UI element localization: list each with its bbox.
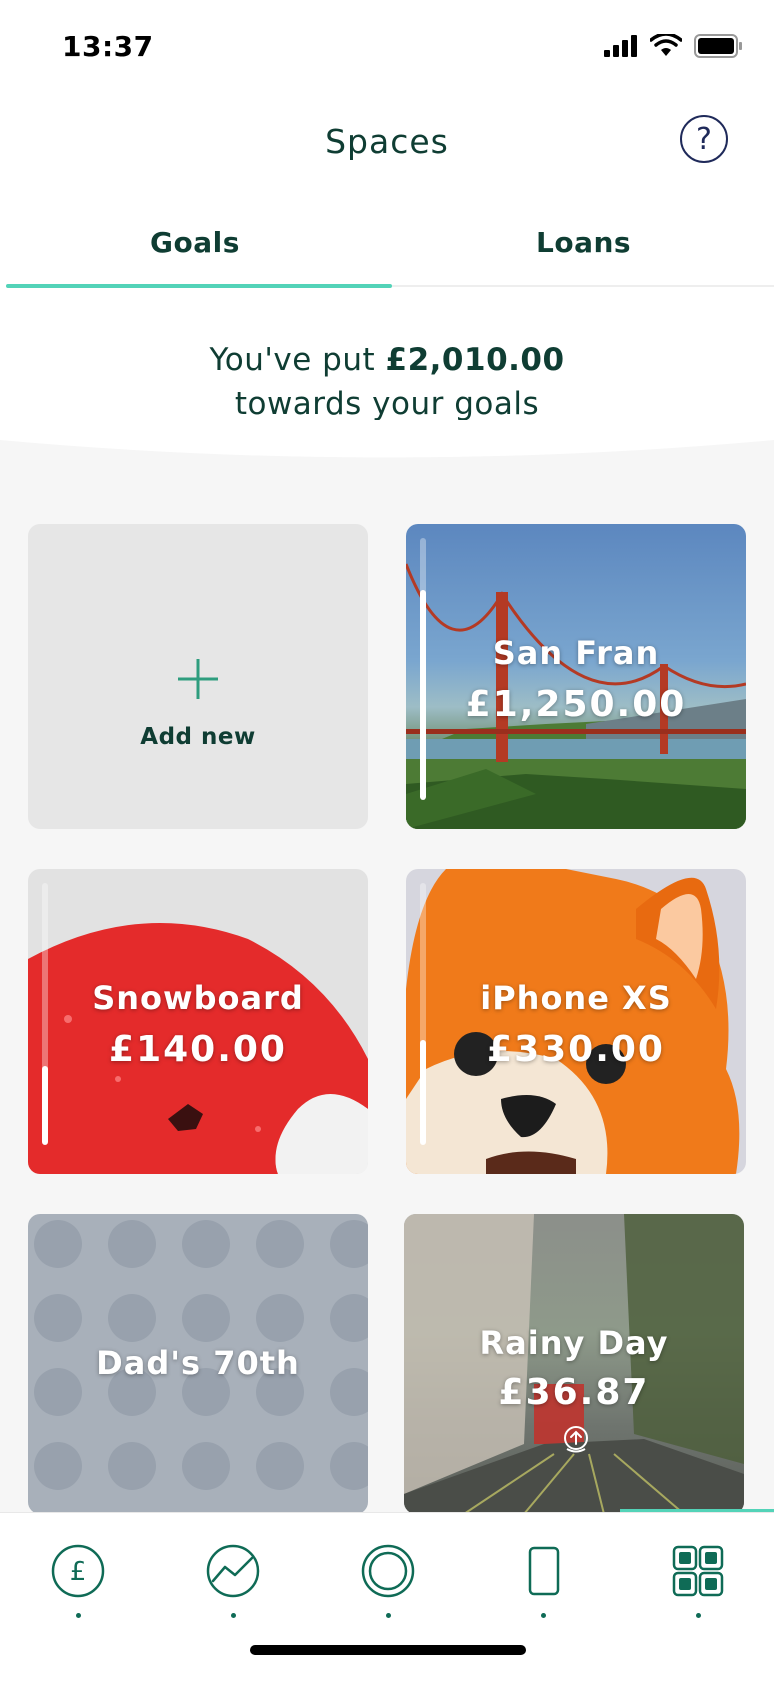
goal-progress-fill (42, 1066, 48, 1145)
question-mark-icon: ? (696, 121, 712, 157)
goal-name: San Fran (492, 634, 660, 672)
goal-card-rainy-day[interactable]: Rainy Day £36.87 (404, 1214, 744, 1514)
home-indicator (250, 1645, 526, 1655)
tab-active-indicator (6, 284, 392, 288)
tab-dot (75, 1613, 81, 1618)
goal-name: Dad's 70th (96, 1344, 300, 1382)
goal-card-dads-70th[interactable]: Dad's 70th (28, 1214, 368, 1514)
goal-amount: £1,250.00 (465, 684, 687, 725)
status-time: 13:37 (62, 30, 154, 63)
tab-spaces[interactable] (668, 1543, 728, 1633)
goal-name: Snowboard (92, 979, 304, 1017)
tab-card[interactable] (513, 1543, 573, 1633)
snowboard-illustration (28, 923, 368, 1174)
signal-icon (604, 35, 637, 57)
tab-dot (385, 1613, 391, 1618)
tab-dot (230, 1613, 236, 1618)
tab-bar: Goals Loans (0, 196, 774, 290)
add-new-label: Add new (140, 724, 256, 750)
trend-icon (206, 1544, 260, 1598)
summary-suffix: towards your goals (234, 386, 540, 422)
goals-summary: You've put £2,010.00 towards your goals (0, 290, 774, 440)
pound-icon: £ (51, 1544, 105, 1598)
status-bar: 13:37 (0, 0, 774, 96)
tab-dot (540, 1613, 546, 1618)
card-icon (528, 1546, 560, 1596)
wifi-icon (650, 34, 682, 56)
plus-icon (178, 659, 218, 699)
summary-amount: £2,010.00 (385, 342, 565, 378)
goal-name: iPhone XS (480, 979, 672, 1017)
add-new-card[interactable]: Add new (28, 524, 368, 829)
svg-text:£: £ (70, 1557, 87, 1587)
goal-card-snowboard[interactable]: Snowboard £140.00 (28, 869, 368, 1174)
goal-name: Rainy Day (479, 1324, 669, 1362)
tab-loans[interactable]: Loans (536, 226, 631, 259)
bridge-illustration (406, 563, 746, 829)
help-button[interactable]: ? (680, 115, 728, 163)
status-icons (604, 34, 744, 58)
page-title: Spaces (325, 122, 449, 161)
goal-card-iphone-xs[interactable]: iPhone XS £330.00 (406, 869, 746, 1174)
tab-goals[interactable]: Goals (150, 226, 240, 259)
bottom-tab-bar: £ (0, 1512, 774, 1683)
grid-icon (672, 1545, 724, 1597)
summary-prefix: You've put (209, 342, 376, 378)
tab-trends[interactable] (203, 1543, 263, 1633)
ring-icon (361, 1544, 415, 1598)
goal-amount: £330.00 (487, 1029, 665, 1070)
summary-curve (0, 420, 774, 458)
tab-track (392, 285, 774, 287)
fox-illustration (406, 869, 740, 1174)
goal-amount: £36.87 (498, 1372, 650, 1413)
tab-ring[interactable] (358, 1543, 418, 1633)
round-up-icon (564, 1426, 588, 1453)
goal-card-san-fran[interactable]: San Fran £1,250.00 (406, 524, 746, 829)
tab-home[interactable]: £ (48, 1543, 108, 1633)
battery-icon (694, 34, 742, 58)
tab-dot (695, 1613, 701, 1618)
street-illustration (404, 1214, 744, 1514)
goal-amount: £140.00 (109, 1029, 287, 1070)
